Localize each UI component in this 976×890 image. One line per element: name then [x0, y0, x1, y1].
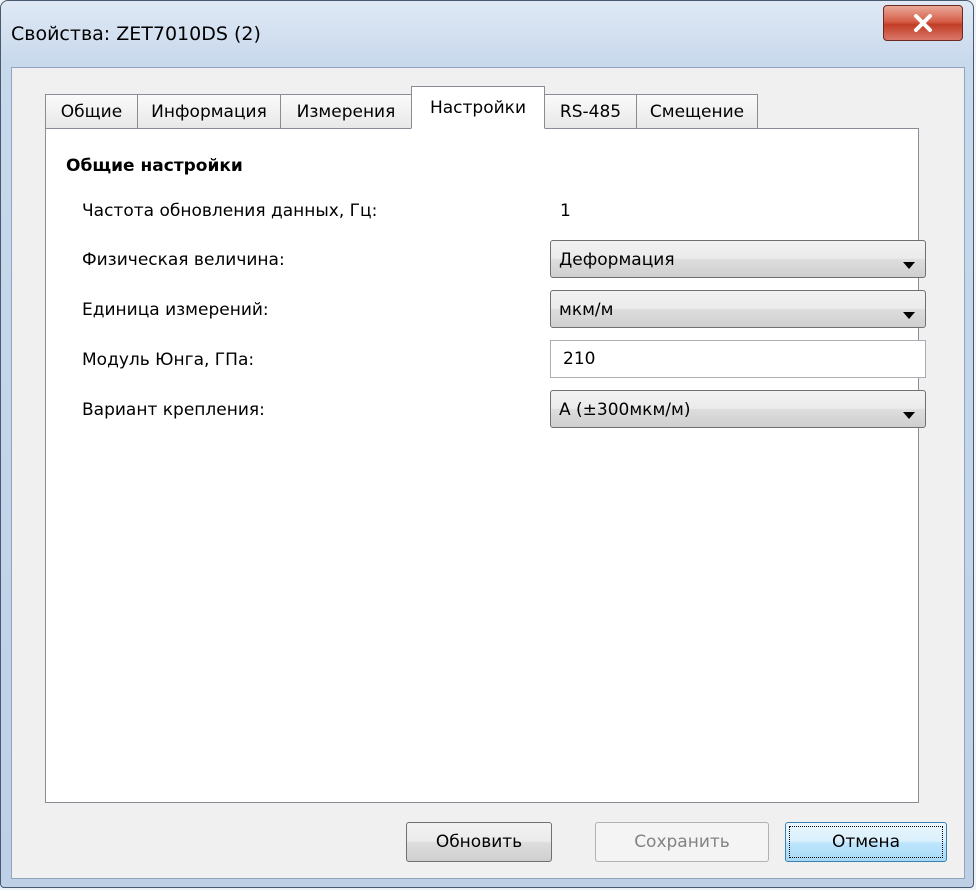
mount-variant-label: Вариант крепления:: [82, 400, 265, 420]
cancel-button[interactable]: Отмена: [785, 822, 947, 862]
unit-value: мкм/м: [559, 300, 614, 320]
tab-general[interactable]: Общие: [45, 94, 138, 128]
mount-variant-value: А (±300мкм/м): [559, 400, 691, 420]
physical-quantity-select[interactable]: Деформация: [550, 240, 926, 278]
section-title: Общие настройки: [66, 156, 243, 176]
properties-dialog: Свойства: ZET7010DS (2) Общие Информация…: [0, 0, 974, 888]
physical-quantity-label: Физическая величина:: [82, 250, 285, 270]
settings-panel: Общие настройки Частота обновления данны…: [45, 128, 926, 803]
young-modulus-input[interactable]: 210: [550, 340, 926, 378]
tab-settings[interactable]: Настройки: [411, 86, 545, 129]
close-button[interactable]: [883, 5, 963, 41]
refresh-button[interactable]: Обновить: [406, 822, 552, 862]
mount-variant-select[interactable]: А (±300мкм/м): [550, 390, 926, 428]
physical-quantity-value: Деформация: [559, 250, 675, 270]
tab-offset[interactable]: Смещение: [636, 94, 758, 128]
dialog-client-area: Общие Информация Измерения Настройки RS-…: [11, 67, 965, 879]
window-title: Свойства: ZET7010DS (2): [11, 23, 261, 45]
unit-label: Единица измерений:: [82, 300, 269, 320]
close-icon: [913, 14, 933, 32]
update-rate-label: Частота обновления данных, Гц:: [82, 201, 378, 221]
update-rate-value: 1: [560, 201, 571, 221]
young-modulus-label: Модуль Юнга, ГПа:: [82, 350, 255, 370]
save-button[interactable]: Сохранить: [595, 822, 769, 862]
tab-measurements[interactable]: Измерения: [280, 94, 412, 128]
title-bar[interactable]: Свойства: ZET7010DS (2): [1, 1, 973, 63]
chevron-down-icon: [902, 305, 916, 324]
young-modulus-value: 210: [563, 349, 596, 369]
focus-rectangle: [789, 826, 943, 858]
chevron-down-icon: [902, 255, 916, 274]
unit-select[interactable]: мкм/м: [550, 290, 926, 328]
tab-information[interactable]: Информация: [137, 94, 281, 128]
tab-rs485[interactable]: RS-485: [544, 94, 637, 128]
chevron-down-icon: [902, 405, 916, 424]
